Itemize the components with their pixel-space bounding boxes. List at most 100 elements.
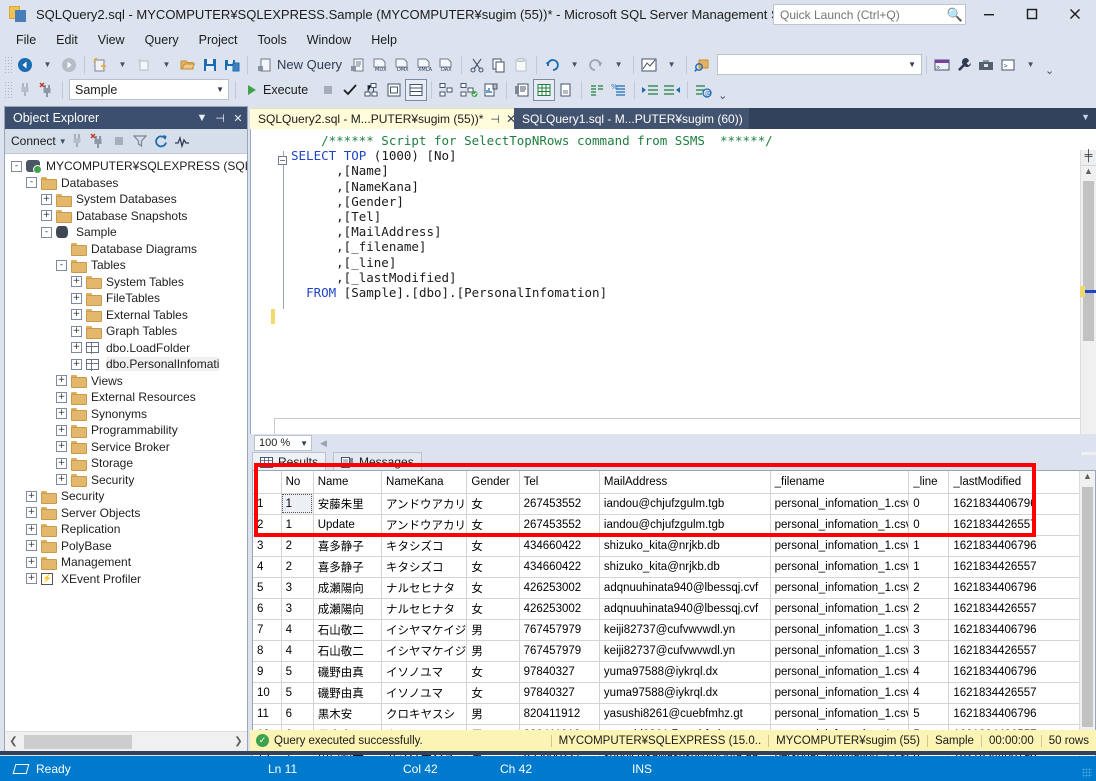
table-cell[interactable]: 0	[909, 514, 949, 535]
menu-edit[interactable]: Edit	[46, 30, 88, 50]
toolbar-overflow-2[interactable]: ⌄	[718, 89, 727, 102]
table-cell[interactable]: 2	[281, 535, 313, 556]
column-header[interactable]: MailAddress	[599, 471, 770, 493]
menu-file[interactable]: File	[6, 30, 46, 50]
table-cell[interactable]: personal_infomation_1.csv	[770, 640, 909, 661]
table-cell[interactable]: 安藤朱里	[313, 493, 381, 514]
expand-icon[interactable]: +	[26, 507, 37, 518]
scroll-up-icon[interactable]: ▲	[1080, 471, 1095, 487]
connect-dropdown-icon[interactable]: ▼	[59, 137, 67, 146]
menu-window[interactable]: Window	[297, 30, 361, 50]
table-cell[interactable]: アンドウアカリ	[382, 514, 467, 535]
stop-icon[interactable]	[109, 131, 130, 152]
maximize-button[interactable]	[1010, 0, 1053, 28]
table-cell[interactable]: shizuko_kita@nrjkb.db	[599, 556, 770, 577]
table-cell[interactable]: 1	[281, 493, 313, 514]
resize-grip[interactable]	[1082, 768, 1092, 778]
table-cell[interactable]: iandou@chjufzgulm.tgb	[599, 493, 770, 514]
row-number-cell[interactable]: 2	[253, 514, 281, 535]
table-cell[interactable]: 1621834406796	[949, 703, 1080, 724]
new-mdx-query-icon[interactable]: MDX	[369, 54, 391, 76]
table-cell[interactable]: adqnuuhinata940@lbessqj.cvf	[599, 598, 770, 619]
tree-node[interactable]: +Programmability	[5, 422, 247, 439]
find-in-files-icon[interactable]	[691, 54, 713, 76]
table-cell[interactable]: 男	[467, 703, 519, 724]
table-cell[interactable]: 磯野由真	[313, 661, 381, 682]
table-cell[interactable]: イソノユマ	[382, 682, 467, 703]
table-cell[interactable]: 2	[281, 556, 313, 577]
table-cell[interactable]: keiji82737@cufvwvwdl.yn	[599, 640, 770, 661]
table-cell[interactable]: 磯野由真	[313, 682, 381, 703]
menu-help[interactable]: Help	[361, 30, 407, 50]
menu-query[interactable]: Query	[135, 30, 189, 50]
menu-project[interactable]: Project	[189, 30, 248, 50]
tree-node[interactable]: -MYCOMPUTER¥SQLEXPRESS (SQL S	[5, 158, 247, 175]
expand-icon[interactable]: +	[71, 359, 82, 370]
tree-node[interactable]: +Graph Tables	[5, 323, 247, 340]
expand-icon[interactable]: +	[56, 408, 67, 419]
table-cell[interactable]: 1621834406796	[949, 493, 1080, 514]
expand-icon[interactable]: +	[26, 573, 37, 584]
table-cell[interactable]: 434660422	[519, 556, 599, 577]
table-cell[interactable]: 434660422	[519, 535, 599, 556]
row-number-cell[interactable]: 7	[253, 619, 281, 640]
tree-node[interactable]: +System Tables	[5, 274, 247, 291]
toolbox-icon[interactable]	[975, 54, 997, 76]
table-cell[interactable]: 女	[467, 535, 519, 556]
table-row[interactable]: 21Updateアンドウアカリ女267453552iandou@chjufzgu…	[253, 514, 1080, 535]
table-cell[interactable]: 黒木安	[313, 703, 381, 724]
table-cell[interactable]: 女	[467, 598, 519, 619]
table-cell[interactable]: 女	[467, 556, 519, 577]
scroll-right-icon[interactable]: ❯	[230, 736, 247, 747]
table-cell[interactable]: 767457979	[519, 640, 599, 661]
tree-node[interactable]: +Service Broker	[5, 439, 247, 456]
stop-button[interactable]	[317, 79, 339, 101]
expand-icon[interactable]: +	[71, 326, 82, 337]
grid-scroll-thumb[interactable]	[1082, 487, 1093, 727]
toolbar-grip-2[interactable]	[4, 81, 12, 99]
table-cell[interactable]: イソノユマ	[382, 661, 467, 682]
tab-messages[interactable]: Messages	[333, 452, 422, 471]
table-cell[interactable]: 1621834406796	[949, 661, 1080, 682]
navigate-back-dropdown[interactable]: ▼	[36, 54, 58, 76]
table-cell[interactable]: 喜多静子	[313, 556, 381, 577]
table-cell[interactable]: 4	[909, 661, 949, 682]
copy-icon[interactable]	[488, 54, 510, 76]
table-cell[interactable]: 2	[909, 577, 949, 598]
table-cell[interactable]: ナルセヒナタ	[382, 598, 467, 619]
results-to-file-icon[interactable]	[555, 79, 577, 101]
refresh-icon[interactable]	[151, 131, 172, 152]
open-file-button[interactable]	[177, 54, 199, 76]
disconnect-plug-icon[interactable]	[36, 79, 58, 101]
table-cell[interactable]: personal_infomation_1.csv	[770, 514, 909, 535]
properties-wrench-icon[interactable]	[953, 54, 975, 76]
tab-results[interactable]: Results	[252, 452, 326, 471]
table-cell[interactable]: クロキヤスシ	[382, 703, 467, 724]
collapse-icon[interactable]: -	[56, 260, 67, 271]
include-client-stats-icon[interactable]	[480, 79, 502, 101]
row-number-cell[interactable]: 3	[253, 535, 281, 556]
table-cell[interactable]: 女	[467, 682, 519, 703]
table-cell[interactable]: personal_infomation_1.csv	[770, 493, 909, 514]
execute-button[interactable]: Execute	[240, 79, 317, 101]
table-cell[interactable]: iandou@chjufzgulm.tgb	[599, 514, 770, 535]
undo-icon[interactable]	[541, 54, 563, 76]
save-button[interactable]	[199, 54, 221, 76]
undo-dropdown[interactable]: ▼	[563, 54, 585, 76]
tab-list-dropdown-icon[interactable]: ▼	[1081, 112, 1090, 122]
filter-icon[interactable]	[130, 131, 151, 152]
menu-tools[interactable]: Tools	[248, 30, 297, 50]
table-cell[interactable]: 女	[467, 493, 519, 514]
table-cell[interactable]: 820411912	[519, 703, 599, 724]
tree-node[interactable]: +Synonyms	[5, 406, 247, 423]
new-query-button[interactable]: New Query	[252, 54, 347, 76]
table-cell[interactable]: 1	[909, 556, 949, 577]
expand-icon[interactable]: +	[26, 491, 37, 502]
toolbar-grip[interactable]	[4, 56, 12, 74]
table-cell[interactable]: personal_infomation_1.csv	[770, 661, 909, 682]
table-cell[interactable]: personal_infomation_1.csv	[770, 598, 909, 619]
table-row[interactable]: 11安藤朱里アンドウアカリ女267453552iandou@chjufzgulm…	[253, 493, 1080, 514]
expand-icon[interactable]: +	[56, 425, 67, 436]
table-row[interactable]: 95磯野由真イソノユマ女97840327yuma97588@iykrql.dxp…	[253, 661, 1080, 682]
uncomment-lines-icon[interactable]: %	[608, 79, 630, 101]
